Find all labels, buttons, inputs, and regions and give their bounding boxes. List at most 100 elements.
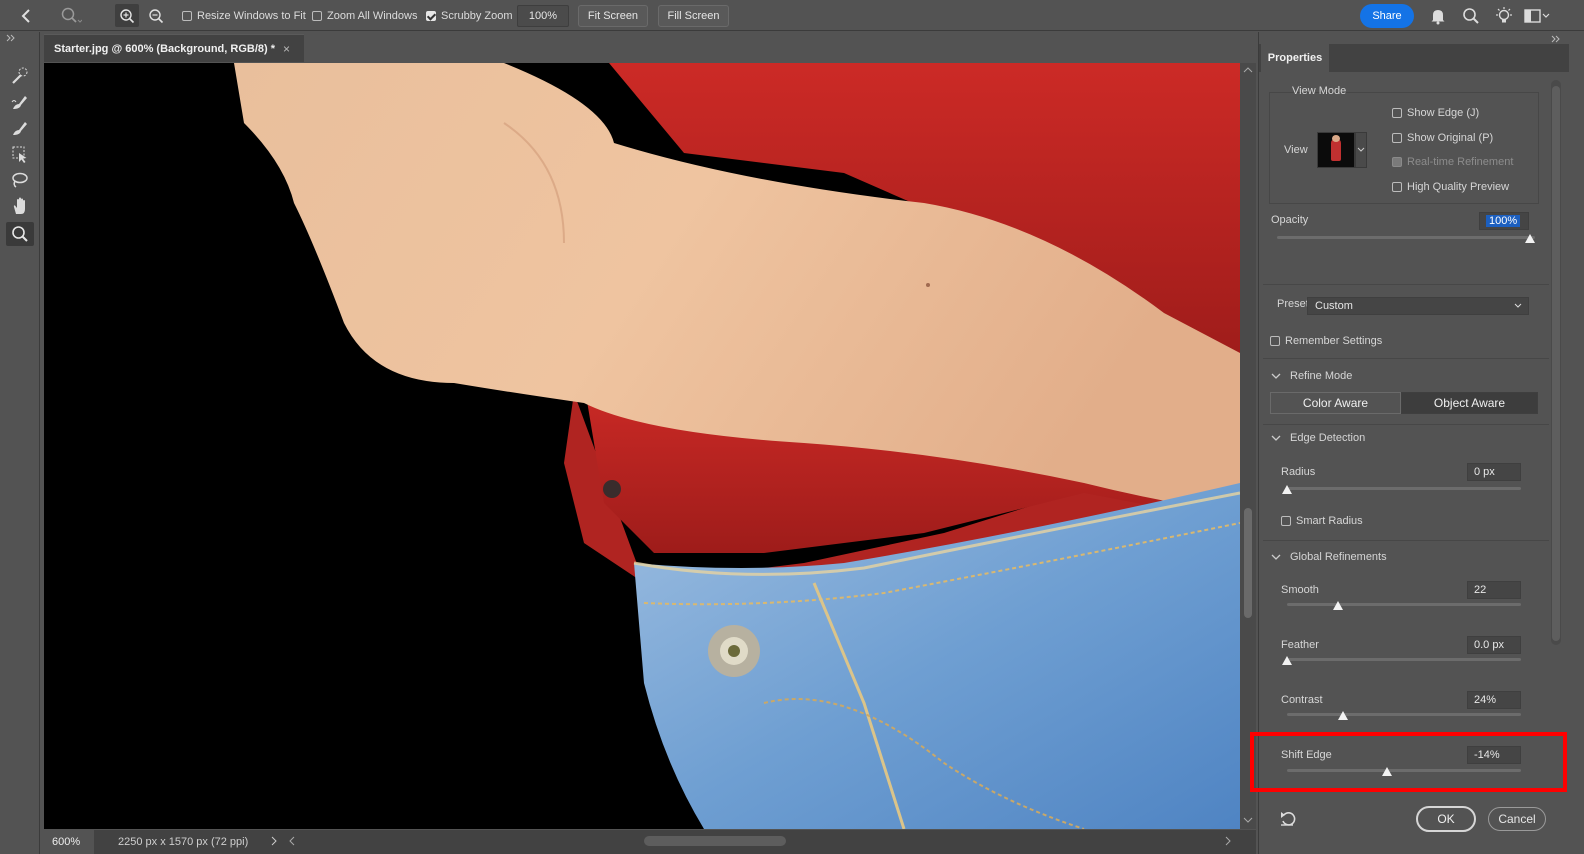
panel-scroll-thumb[interactable] [1552, 86, 1560, 641]
tab-properties[interactable]: Properties [1261, 44, 1329, 72]
workspace-icon[interactable] [1524, 0, 1550, 31]
status-info[interactable]: 2250 px x 1570 px (72 ppi) [118, 836, 248, 848]
contrast-value[interactable]: 24% [1474, 694, 1496, 706]
tools-panel [0, 32, 40, 854]
scrubby-zoom-checkbox[interactable]: Scrubby Zoom [426, 0, 513, 31]
document-tab-title: Starter.jpg @ 600% (Background, RGB/8) * [54, 42, 275, 55]
zoom-percent-field[interactable]: 100% [517, 4, 569, 27]
smart-radius-checkbox[interactable]: Smart Radius [1281, 515, 1363, 527]
share-button[interactable]: Share [1360, 3, 1414, 28]
show-edge-checkbox[interactable]: Show Edge (J) [1392, 107, 1479, 119]
radius-value[interactable]: 0 px [1474, 466, 1495, 478]
refine-mode-header[interactable]: Refine Mode [1271, 370, 1352, 382]
hand-tool-icon[interactable] [6, 194, 34, 218]
smooth-value[interactable]: 22 [1474, 584, 1486, 596]
checkbox-box[interactable] [1270, 336, 1280, 346]
checkbox-box[interactable] [1281, 516, 1291, 526]
contrast-label: Contrast [1281, 694, 1323, 706]
global-refinements-header[interactable]: Global Refinements [1271, 551, 1387, 563]
zoom-percent-value[interactable]: 100% [517, 4, 569, 27]
checkbox-box[interactable] [312, 10, 322, 21]
radius-field[interactable]: 0 px [1467, 463, 1521, 481]
radius-label: Radius [1281, 466, 1316, 478]
color-aware-button[interactable]: Color Aware [1270, 392, 1401, 414]
zoom-all-windows-checkbox[interactable]: Zoom All Windows [312, 0, 417, 31]
view-thumbnail[interactable] [1317, 132, 1355, 168]
opacity-field[interactable]: 100% [1479, 212, 1529, 230]
checkbox-box[interactable] [182, 10, 192, 21]
preset-dropdown[interactable]: Custom [1307, 297, 1529, 315]
scroll-up-icon[interactable] [1243, 65, 1253, 77]
opacity-slider-handle[interactable] [1525, 234, 1535, 243]
object-selection-tool-icon[interactable] [6, 142, 34, 166]
document-tab[interactable]: Starter.jpg @ 600% (Background, RGB/8) *… [44, 34, 304, 62]
divider [1263, 424, 1549, 425]
quick-selection-tool-icon[interactable] [6, 64, 34, 88]
share-label[interactable]: Share [1360, 3, 1414, 28]
feather-slider[interactable] [1287, 658, 1521, 661]
bell-icon[interactable] [1429, 0, 1447, 31]
close-tab-icon[interactable]: × [283, 42, 290, 56]
remember-settings-checkbox[interactable]: Remember Settings [1270, 335, 1382, 347]
feather-slider-handle[interactable] [1282, 656, 1292, 665]
refine-edge-brush-icon[interactable] [6, 90, 34, 114]
checkbox-box[interactable] [1392, 182, 1402, 192]
back-arrow-icon[interactable] [20, 0, 34, 31]
reset-icon[interactable] [1279, 810, 1299, 831]
opacity-value[interactable]: 100% [1486, 215, 1521, 227]
opacity-slider[interactable] [1277, 236, 1535, 239]
zoom-tool-icon[interactable] [60, 0, 82, 31]
fill-screen-button[interactable]: Fill Screen [658, 4, 729, 27]
divider [1263, 540, 1549, 541]
horizontal-scroll-thumb[interactable] [644, 836, 786, 846]
ok-button[interactable]: OK [1416, 806, 1476, 832]
divider [1263, 284, 1549, 285]
brush-tool-icon[interactable] [6, 116, 34, 140]
scroll-down-icon[interactable] [1243, 815, 1253, 827]
remember-settings-label: Remember Settings [1285, 335, 1383, 347]
hscroll-left-icon[interactable] [288, 835, 296, 850]
zoom-in-icon[interactable] [115, 4, 139, 27]
vertical-scrollbar[interactable] [1240, 63, 1256, 829]
feather-field[interactable]: 0.0 px [1467, 636, 1521, 654]
view-dropdown[interactable] [1355, 132, 1367, 168]
smooth-field[interactable]: 22 [1467, 581, 1521, 599]
resize-windows-checkbox[interactable]: Resize Windows to Fit [182, 0, 306, 31]
checkbox-box[interactable] [1392, 108, 1402, 118]
lightbulb-icon[interactable] [1494, 0, 1514, 31]
hq-preview-checkbox[interactable]: High Quality Preview [1392, 181, 1509, 193]
cancel-button[interactable]: Cancel [1488, 807, 1546, 831]
image-canvas[interactable] [44, 63, 1240, 829]
opacity-label: Opacity [1271, 214, 1309, 226]
status-zoom[interactable]: 600% [44, 830, 94, 854]
fit-screen-label[interactable]: Fit Screen [578, 4, 648, 27]
chevron-down-icon [1514, 303, 1522, 308]
edge-detection-header[interactable]: Edge Detection [1271, 432, 1365, 444]
feather-value[interactable]: 0.0 px [1474, 639, 1504, 651]
radius-slider[interactable] [1287, 487, 1521, 490]
contrast-slider[interactable] [1287, 713, 1521, 716]
contrast-field[interactable]: 24% [1467, 691, 1521, 709]
chevron-down-icon [1271, 435, 1281, 441]
fit-screen-button[interactable]: Fit Screen [578, 4, 648, 27]
collapse-chevrons-icon[interactable] [6, 34, 16, 44]
search-icon[interactable] [1462, 0, 1480, 31]
fill-screen-label[interactable]: Fill Screen [658, 4, 729, 27]
show-original-checkbox[interactable]: Show Original (P) [1392, 132, 1493, 144]
edge-detection-heading: Edge Detection [1290, 432, 1366, 444]
radius-slider-handle[interactable] [1282, 485, 1292, 494]
lasso-tool-icon[interactable] [6, 168, 34, 192]
checkbox-box[interactable] [1392, 133, 1402, 143]
panel-scrollbar[interactable] [1551, 80, 1561, 645]
scroll-thumb[interactable] [1244, 508, 1252, 618]
zoom-tool-selected-icon[interactable] [6, 222, 34, 246]
chevron-down-icon [1357, 147, 1365, 152]
object-aware-button[interactable]: Object Aware [1401, 392, 1538, 414]
checkbox-box[interactable] [426, 10, 436, 21]
hscroll-right-icon[interactable] [1224, 835, 1232, 850]
status-expand-icon[interactable] [270, 835, 278, 850]
smooth-slider[interactable] [1287, 603, 1521, 606]
zoom-out-icon[interactable] [148, 0, 164, 31]
smooth-slider-handle[interactable] [1333, 601, 1343, 610]
contrast-slider-handle[interactable] [1338, 711, 1348, 720]
